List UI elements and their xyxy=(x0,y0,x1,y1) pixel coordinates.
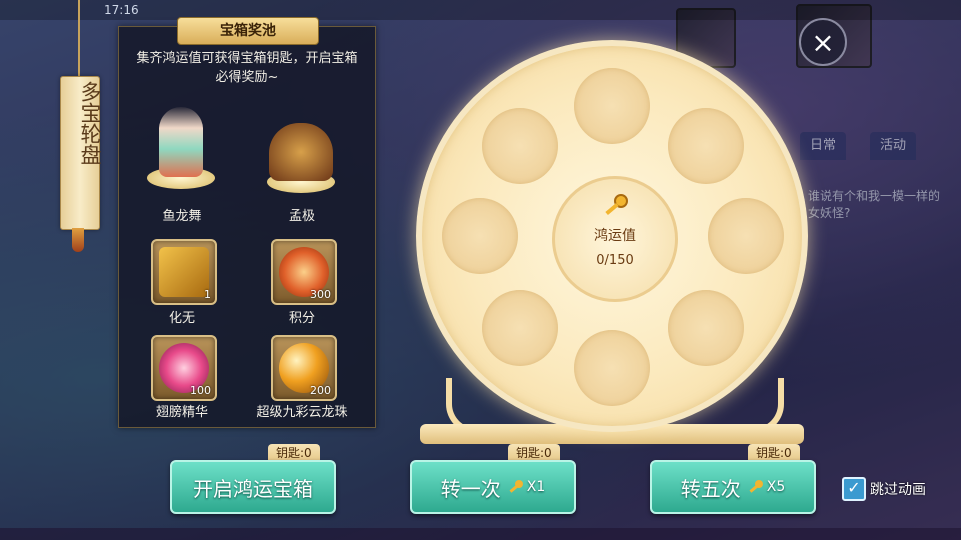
key-icon xyxy=(509,480,523,493)
figure-yulongwu[interactable] xyxy=(133,99,229,195)
item-qty: 200 xyxy=(310,384,331,397)
item-slot-jifen[interactable]: 300 xyxy=(271,239,337,305)
status-bar: 17:16 xyxy=(0,0,961,20)
wheel-slot xyxy=(668,290,744,366)
wheel-slot xyxy=(574,330,650,406)
skip-animation-checkbox[interactable]: ✓ xyxy=(842,477,866,501)
wheel-slot xyxy=(708,198,784,274)
spin-once-mult: X1 xyxy=(526,479,546,495)
spin-five-button[interactable]: 转五次 X5 xyxy=(650,460,816,514)
wheel-slot xyxy=(574,68,650,144)
luck-value-label: 鸿运值 xyxy=(594,228,636,244)
reward-pool-panel: 宝箱奖池 集齐鸿运值可获得宝箱钥匙，开启宝箱必得奖励~ 鱼龙舞 孟极 1 化无 … xyxy=(118,17,376,428)
reward-pool-title: 宝箱奖池 xyxy=(177,17,319,45)
skip-animation-toggle[interactable]: ✓ 跳过动画 xyxy=(842,477,926,501)
wheel-slot xyxy=(482,108,558,184)
reward-pool-description: 集齐鸿运值可获得宝箱钥匙，开启宝箱必得奖励~ xyxy=(136,51,358,85)
item-slot-wing-essence[interactable]: 100 xyxy=(151,335,217,401)
clock: 17:16 xyxy=(104,3,139,17)
item-qty: 1 xyxy=(204,288,211,301)
open-chest-label: 开启鸿运宝箱 xyxy=(193,476,313,501)
spin-five-label: 转五次 xyxy=(680,476,741,501)
lucky-wheel: 鸿运值 0/150 xyxy=(416,40,808,432)
skip-animation-label: 跳过动画 xyxy=(870,482,926,498)
wheel-disc: 鸿运值 0/150 xyxy=(416,40,808,432)
item-qty: 100 xyxy=(190,384,211,397)
spin-once-button[interactable]: 转一次 X1 xyxy=(410,460,576,514)
item-label: 翅膀精华 xyxy=(155,405,208,420)
figure-label: 鱼龙舞 xyxy=(162,209,202,224)
item-qty: 300 xyxy=(310,288,331,301)
key-icon xyxy=(749,480,763,493)
item-slot-dragon-pearl[interactable]: 200 xyxy=(271,335,337,401)
scroll-tassel xyxy=(72,228,84,252)
scroll-string xyxy=(78,0,80,76)
item-slot-huawu[interactable]: 1 xyxy=(151,239,217,305)
figure-label: 孟极 xyxy=(288,209,315,224)
title-scroll: 多宝轮盘 xyxy=(60,76,102,230)
item-label: 超级九彩云龙珠 xyxy=(256,405,348,420)
wheel-slot xyxy=(668,108,744,184)
luck-value-progress: 0/150 xyxy=(596,253,634,268)
wheel-slot xyxy=(482,290,558,366)
item-label: 化无 xyxy=(168,311,195,326)
spin-five-mult: X5 xyxy=(766,479,786,495)
book-icon xyxy=(159,247,209,297)
spin-once-label: 转一次 xyxy=(440,476,501,501)
bottom-bar xyxy=(0,528,961,540)
open-chest-button[interactable]: 开启鸿运宝箱 xyxy=(170,460,336,514)
wheel-center: 鸿运值 0/150 xyxy=(552,176,678,302)
key-icon xyxy=(605,194,628,216)
item-label: 积分 xyxy=(288,311,315,326)
figure-mengji[interactable] xyxy=(253,103,349,199)
wheel-slot xyxy=(442,198,518,274)
page-title: 多宝轮盘 xyxy=(78,81,102,165)
